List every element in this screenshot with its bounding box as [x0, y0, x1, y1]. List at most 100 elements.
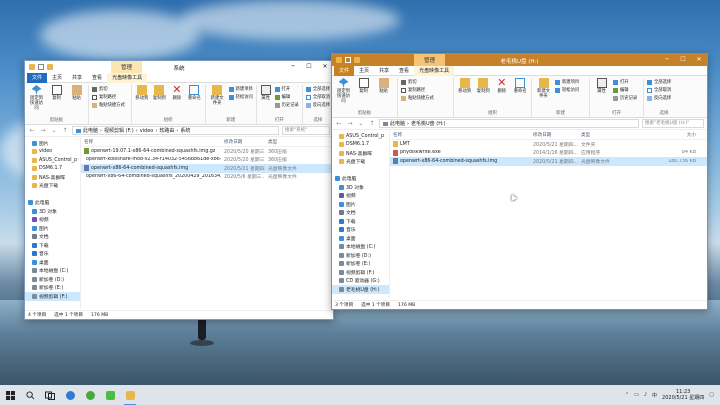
new-item-button[interactable]: 新建项目 [555, 79, 579, 85]
navigation-pane[interactable]: 图片 video ASUS_Control_p DSM6.1.7 NAS-黑群晖 光盘下载… [25, 137, 81, 309]
column-type[interactable]: 类型 [265, 139, 305, 145]
manage-context-tab[interactable]: 管理 [111, 61, 143, 73]
tab-home[interactable]: 主页 [354, 66, 374, 76]
nav-item[interactable]: 图片 [25, 224, 80, 233]
nav-item[interactable]: NAS-黑群晖 [25, 173, 80, 182]
paste-shortcut-button[interactable]: 粘贴快捷方式 [92, 102, 125, 108]
file-row[interactable]: openwrt-19.07.1-x86-64-combined-squashfs… [81, 147, 333, 156]
taskbar-explorer[interactable] [120, 385, 140, 405]
new-folder-icon[interactable] [47, 64, 53, 70]
column-type[interactable]: 类型 [578, 132, 620, 138]
up-arrow-icon[interactable]: ↑ [61, 127, 69, 134]
nav-item[interactable]: 音乐 [25, 250, 80, 259]
nav-item[interactable]: ASUS_Control_p [25, 156, 80, 165]
network-icon[interactable]: ▭ [634, 392, 639, 398]
column-size[interactable]: 大小 [620, 132, 700, 138]
nav-item[interactable]: 视频剪辑 (F:) [332, 268, 389, 277]
breadcrumb-item[interactable]: 软路由 [159, 127, 174, 134]
cut-button[interactable]: 剪切 [92, 86, 125, 92]
breadcrumb-item[interactable]: 此电脑 [390, 120, 405, 127]
breadcrumb[interactable]: 此电脑 › 视频剪辑 (F:) › video › 软路由 › 系统 [72, 126, 279, 135]
breadcrumb-item[interactable]: 此电脑 [83, 127, 98, 134]
history-button[interactable]: 历史记录 [274, 102, 299, 108]
nav-item[interactable]: 视频 [332, 192, 389, 201]
nav-item[interactable]: 本地磁盘 (C:) [25, 267, 80, 276]
nav-item[interactable]: 下载 [332, 217, 389, 226]
nav-item[interactable]: 新加卷 (D:) [25, 275, 80, 284]
ime-icon[interactable]: 中 [652, 392, 657, 399]
explorer-window-system[interactable]: 管理 系统 ─ ☐ ✕ 文件 主页 共享 查看 光盘映像工具 固定到快速访问 复… [24, 60, 334, 320]
nav-item[interactable]: 3D 对象 [25, 207, 80, 216]
invert-selection-button[interactable]: 反向选择 [305, 102, 330, 108]
close-icon[interactable]: ✕ [691, 54, 707, 66]
nav-item[interactable]: 新加卷 (D:) [332, 251, 389, 260]
nav-item[interactable]: 新加卷 (E:) [332, 260, 389, 269]
minimize-icon[interactable]: ─ [285, 61, 301, 73]
nav-item[interactable]: 文档 [25, 233, 80, 242]
edit-button[interactable]: 编辑 [613, 87, 637, 93]
nav-item[interactable]: CD 驱动器 (G:) [332, 277, 389, 286]
title-bar[interactable]: 管理 系统 ─ ☐ ✕ [25, 61, 333, 73]
file-row[interactable]: openwrt-x86-64-combined-squashfs.img 2020… [390, 157, 707, 166]
nav-item[interactable]: 本地磁盘 (C:) [332, 243, 389, 252]
open-button[interactable]: 打开 [613, 79, 637, 85]
select-none-button[interactable]: 全部取消 [647, 87, 671, 93]
nav-item[interactable]: 图片 [25, 139, 80, 148]
nav-item[interactable]: 此电脑 [332, 175, 389, 184]
tab-home[interactable]: 主页 [47, 73, 67, 83]
manage-context-tab[interactable]: 管理 [414, 54, 446, 66]
properties-icon[interactable] [38, 64, 44, 70]
nav-item[interactable]: 老毛桃U盘 (H:) [332, 285, 389, 294]
tab-file[interactable]: 文件 [334, 65, 355, 76]
new-folder-icon[interactable] [354, 57, 360, 63]
nav-item[interactable]: 新加卷 (E:) [25, 284, 80, 293]
invert-selection-button[interactable]: 反向选择 [647, 95, 671, 101]
nav-item[interactable]: 3D 对象 [332, 183, 389, 192]
nav-item[interactable]: 光盘下载 [25, 182, 80, 191]
notification-icon[interactable]: ▢ [709, 392, 714, 398]
nav-item[interactable]: 下载 [25, 241, 80, 250]
nav-item[interactable]: NAS-黑群晖 [332, 149, 389, 158]
forward-arrow-icon[interactable]: → [39, 127, 47, 134]
search-taskbar-button[interactable] [20, 385, 40, 405]
nav-item[interactable]: DSM6.1.7 [25, 165, 80, 174]
tab-disc-image-tools[interactable]: 光盘映像工具 [107, 72, 148, 83]
clock[interactable]: 11:23 2020/5/21 星期四 [662, 389, 704, 401]
nav-item[interactable]: 音乐 [332, 226, 389, 235]
back-arrow-icon[interactable]: ← [28, 127, 36, 134]
maximize-icon[interactable]: ☐ [675, 54, 691, 66]
column-date[interactable]: 修改日期 [530, 132, 578, 138]
nav-item[interactable]: 视频 [25, 216, 80, 225]
search-input[interactable]: 搜索"老毛桃U盘 (H:)" [642, 119, 704, 128]
maximize-icon[interactable]: ☐ [301, 61, 317, 73]
nav-item[interactable]: 图片 [332, 200, 389, 209]
file-row[interactable]: openwrt-koolshare-mod-v2.34-r14032-5456b… [81, 156, 333, 165]
breadcrumb-item[interactable]: 老毛桃U盘 (H:) [411, 120, 446, 127]
tab-file[interactable]: 文件 [27, 72, 48, 83]
select-none-button[interactable]: 全部取消 [305, 94, 330, 100]
file-row[interactable]: openwrt-x86-64-combined-squashfs.img 2020… [81, 164, 333, 173]
back-arrow-icon[interactable]: ← [335, 120, 343, 127]
minimize-icon[interactable]: ─ [659, 54, 675, 66]
navigation-pane[interactable]: ASUS_Control_p DSM6.1.7 NAS-黑群晖 光盘下载 此电脑 3D 对… [332, 130, 390, 299]
breadcrumb-item[interactable]: 视频剪辑 (F:) [104, 127, 134, 134]
file-row[interactable]: openwrt-x86-64-combined-squashfs_2020042… [81, 173, 333, 182]
select-all-button[interactable]: 全部选择 [305, 86, 330, 92]
tab-share[interactable]: 共享 [67, 73, 87, 83]
breadcrumb[interactable]: 此电脑 › 老毛桃U盘 (H:) [379, 119, 639, 128]
properties-icon[interactable] [345, 57, 351, 63]
select-all-button[interactable]: 全部选择 [647, 79, 671, 85]
column-date[interactable]: 修改日期 [221, 139, 265, 145]
nav-item[interactable]: 文档 [332, 209, 389, 218]
tab-view[interactable]: 查看 [87, 73, 107, 83]
nav-item[interactable]: ASUS_Control_p [332, 132, 389, 141]
up-arrow-icon[interactable]: ↑ [368, 120, 376, 127]
column-name[interactable]: 名称 [390, 132, 530, 138]
nav-item[interactable]: 桌面 [25, 258, 80, 267]
breadcrumb-item[interactable]: 系统 [180, 127, 190, 134]
nav-item[interactable]: video [25, 148, 80, 157]
tab-disc-image-tools[interactable]: 光盘映像工具 [414, 65, 455, 76]
column-name[interactable]: 名称 [81, 139, 221, 145]
nav-item[interactable]: 视频剪辑 (F:) [25, 292, 80, 301]
tab-share[interactable]: 共享 [374, 66, 394, 76]
